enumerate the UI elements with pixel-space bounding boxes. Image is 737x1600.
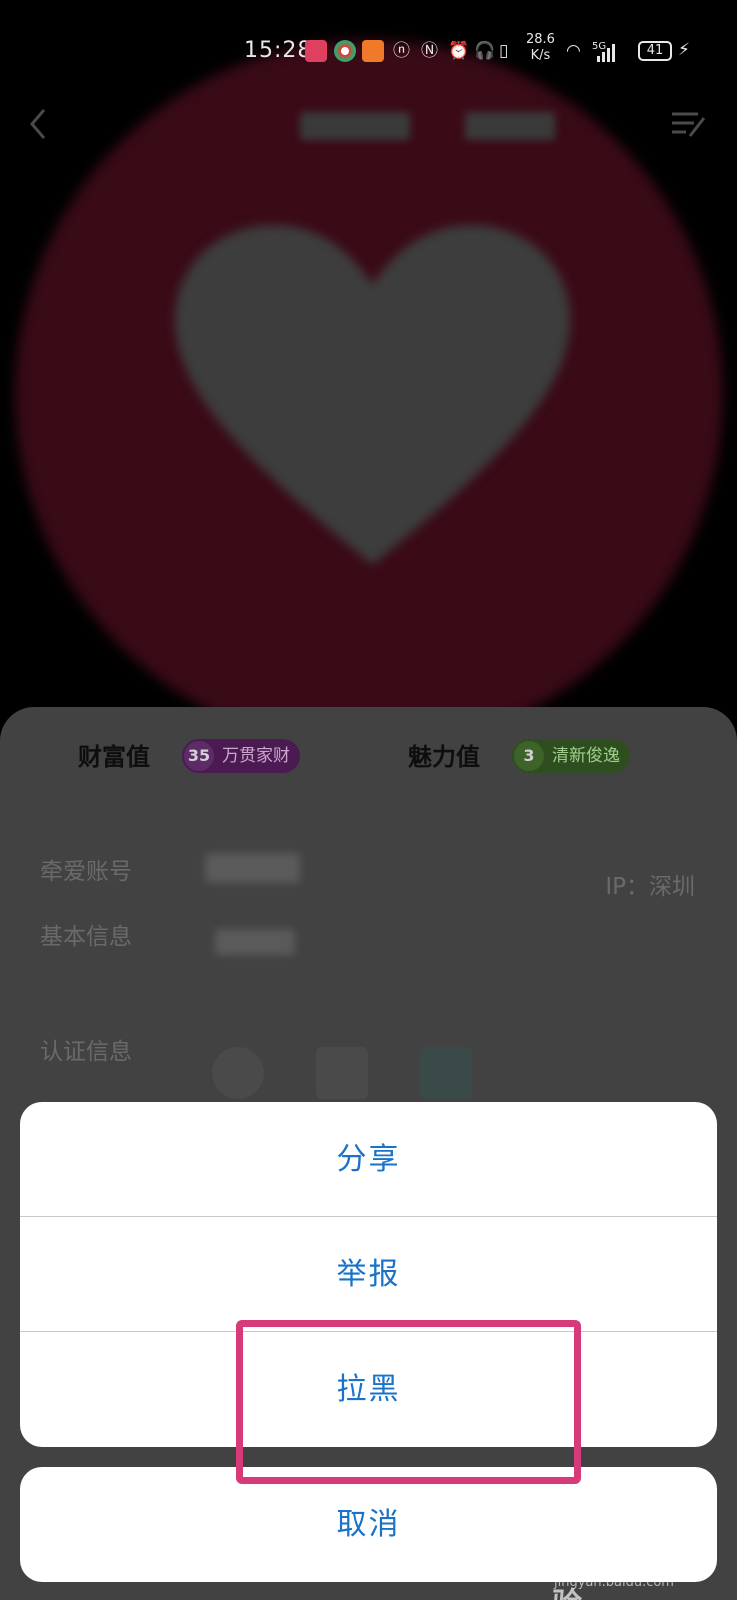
app-notification-icon-2 xyxy=(334,40,356,62)
baidu-watermark: Bai du 经验 jingyan.baidu.com xyxy=(552,1525,712,1600)
network-speed: 28.6 K/s xyxy=(526,32,555,64)
share-button[interactable]: 分享 xyxy=(20,1102,717,1217)
more-menu-icon[interactable] xyxy=(668,104,708,144)
highlight-frame xyxy=(236,1320,581,1484)
alarm-icon: ⏰ xyxy=(448,41,470,61)
ip-location: IP：深圳 xyxy=(605,874,695,900)
network-speed-unit: K/s xyxy=(530,48,551,63)
phone-cert-icon xyxy=(420,1047,472,1099)
account-value-blurred xyxy=(205,853,300,883)
battery-level: 41 xyxy=(638,41,672,61)
charm-level: 3 xyxy=(514,741,544,771)
basic-info-label: 基本信息 xyxy=(40,924,132,950)
basic-info-value-blurred xyxy=(215,929,295,955)
watermark-url: jingyan.baidu.com xyxy=(554,1575,674,1590)
profile-name-blurred-2 xyxy=(465,112,555,140)
id-card-icon xyxy=(316,1047,368,1099)
verified-v-icon xyxy=(212,1047,264,1099)
charm-title: 清新俊逸 xyxy=(552,746,620,766)
status-bar: 15:28 ⓝ Ⓝ ⏰ 🎧 ▯ 28.6 K/s ◠ 5G 41 ⚡ xyxy=(0,30,737,70)
nfc-icon: ⓝ xyxy=(393,41,410,61)
heart-avatar-icon xyxy=(175,225,570,565)
app-notification-icon-3 xyxy=(362,40,384,62)
phone-battery-icon: ▯ xyxy=(499,41,509,61)
profile-cover xyxy=(0,0,737,720)
profile-name-blurred xyxy=(300,112,410,140)
app-notification-icon xyxy=(305,40,327,62)
wealth-badge: 35 万贯家财 xyxy=(182,739,300,773)
signal-icon xyxy=(597,44,615,62)
report-button[interactable]: 举报 xyxy=(20,1217,717,1332)
wealth-level: 35 xyxy=(184,741,214,771)
wealth-label: 财富值 xyxy=(78,743,150,771)
status-time: 15:28 xyxy=(244,38,313,63)
account-label: 牵爱账号 xyxy=(40,859,132,885)
charging-icon: ⚡ xyxy=(678,40,690,60)
n-mark-icon: Ⓝ xyxy=(421,41,438,61)
cert-label: 认证信息 xyxy=(40,1039,132,1065)
charm-badge: 3 清新俊逸 xyxy=(512,739,630,773)
watermark-logo: Bai du 经验 xyxy=(552,1543,700,1600)
wealth-title: 万贯家财 xyxy=(222,746,290,766)
headphones-icon: 🎧 xyxy=(474,41,496,61)
charm-label: 魅力值 xyxy=(408,743,480,771)
wifi-icon: ◠ xyxy=(566,41,581,61)
network-speed-value: 28.6 xyxy=(526,32,555,47)
back-arrow-icon[interactable] xyxy=(24,104,54,144)
